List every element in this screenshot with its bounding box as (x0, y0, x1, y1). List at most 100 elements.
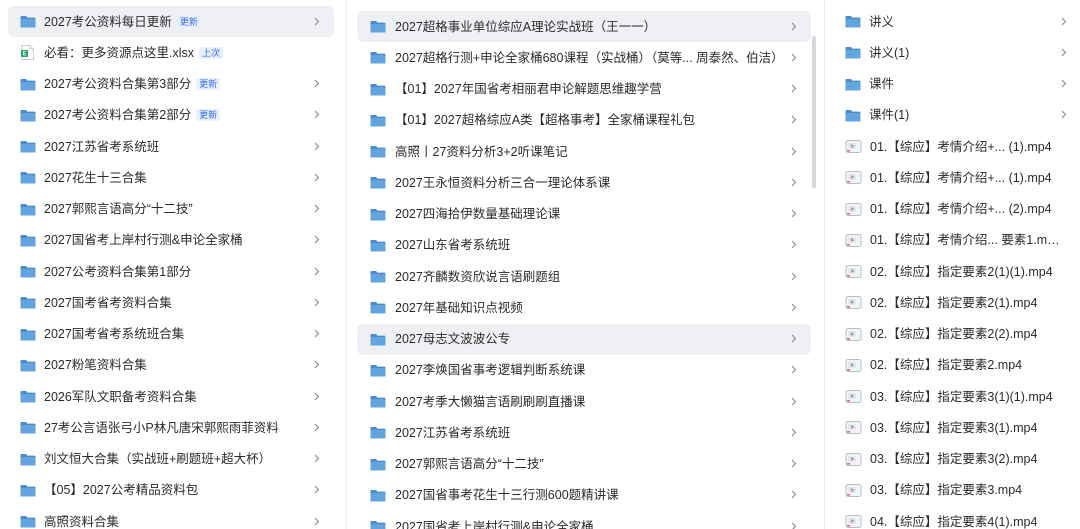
folder-row[interactable]: 讲义 (835, 6, 1077, 37)
item-name: 03.【综应】指定要素3(1)(1).mp4 (870, 389, 1053, 404)
chevron-right-icon (312, 171, 322, 183)
file-row[interactable]: 03.【综应】指定要素3.mp4 (835, 475, 1077, 506)
folder-row[interactable]: 课件(1) (835, 100, 1077, 131)
chevron-right-icon (789, 114, 799, 126)
folder-row[interactable]: 2026军队文职备考资料合集 (8, 381, 334, 412)
video-file-icon (845, 233, 862, 248)
folder-row[interactable]: 2027王永恒资料分析三合一理论体系课 (357, 167, 811, 198)
folder-row[interactable]: 2027国考省考系统班合集 (8, 319, 334, 350)
folder-row[interactable]: 高照丨27资料分析3+2听课笔记 (357, 136, 811, 167)
folder-icon (370, 426, 386, 439)
folder-row[interactable]: 2027超格行测+申论全家桶680课程（实战桶）（莫等... 周泰然、伯洁） (357, 42, 811, 73)
middle-file-column: 2027超格事业单位综应A理论实战班（王一一） 2027超格行测+申论全家桶680… (346, 0, 820, 529)
chevron-right-icon (312, 109, 322, 121)
file-row[interactable]: 04.【综应】指定要素4(1).mp4 (835, 506, 1077, 529)
item-name: 2027年基础知识点视频 (395, 300, 523, 315)
chevron-right-icon (1059, 15, 1069, 27)
folder-row[interactable]: 2027郭熙言语高分“十二技” (8, 194, 334, 225)
file-row[interactable]: 02.【综应】指定要素2.mp4 (835, 350, 1077, 381)
item-name: 2027考公资料合集第3部分 (44, 77, 192, 91)
folder-row[interactable]: 刘文恒大合集（实战班+刷题班+超大杯） (8, 444, 334, 475)
chevron-right-icon (312, 421, 322, 433)
folder-icon (20, 203, 36, 216)
folder-row[interactable]: 2027粉笔资料合集 (8, 350, 334, 381)
folder-icon (370, 176, 386, 189)
folder-row[interactable]: 高照资料合集 (8, 506, 334, 529)
item-name: 2027齐麟数资欣说言语刷题组 (395, 269, 561, 284)
file-row[interactable]: 01.【综应】考情介绍+... (1).mp4 (835, 162, 1077, 193)
item-name: 2027国考省考系统班合集 (44, 327, 185, 341)
folder-icon (20, 78, 36, 91)
item-name: 01.【综应】考情介绍+... (1).mp4 (870, 170, 1052, 185)
folder-row[interactable]: 【01】2027超格综应A类【超格事考】全家桶课程礼包 (357, 105, 811, 136)
file-row[interactable]: E 必看：更多资源点这里.xlsx 上次 (8, 37, 334, 68)
item-badge: 更新 (196, 109, 221, 122)
folder-icon (845, 109, 861, 122)
file-row[interactable]: 01.【综应】考情介绍+... (2).mp4 (835, 194, 1077, 225)
chevron-right-icon (789, 458, 799, 470)
chevron-right-icon (312, 265, 322, 277)
folder-row[interactable]: 2027齐麟数资欣说言语刷题组 (357, 261, 811, 292)
folder-row[interactable]: 【01】2027年国省考相丽君申论解题思维趣学营 (357, 74, 811, 105)
item-badge: 更新 (176, 15, 201, 28)
video-file-icon (845, 170, 862, 185)
middle-column-scrollbar[interactable] (812, 36, 816, 188)
folder-row[interactable]: 2027国考省考资料合集 (8, 287, 334, 318)
folder-icon (370, 20, 386, 33)
folder-row[interactable]: 2027郭熙言语高分“十二技” (357, 449, 811, 480)
folder-row[interactable]: 【05】2027公考精品资料包 (8, 475, 334, 506)
item-name: 2027公考资料合集第1部分 (44, 264, 192, 279)
item-name: 高照丨27资料分析3+2听课笔记 (395, 144, 568, 159)
folder-icon (370, 458, 386, 471)
folder-row[interactable]: 2027花生十三合集 (8, 162, 334, 193)
chevron-right-icon (789, 270, 799, 282)
folder-row[interactable]: 2027国省考上岸村行测&申论全家桶 (357, 511, 811, 529)
folder-icon (370, 145, 386, 158)
folder-row[interactable]: 2027公考资料合集第1部分 (8, 256, 334, 287)
folder-icon (370, 239, 386, 252)
folder-row[interactable]: 2027考季大懒猫言语刷刷刷直播课 (357, 386, 811, 417)
file-row[interactable]: 02.【综应】指定要素2(1).mp4 (835, 287, 1077, 318)
item-name: 2027李焕国省事考逻辑判断系统课 (395, 363, 586, 378)
item-name: 03.【综应】指定要素3.mp4 (870, 483, 1023, 498)
folder-icon (370, 520, 386, 529)
item-badge: 上次 (199, 46, 224, 59)
file-row[interactable]: 03.【综应】指定要素3(1).mp4 (835, 412, 1077, 443)
file-row[interactable]: 03.【综应】指定要素3(1)(1).mp4 (835, 381, 1077, 412)
folder-row[interactable]: 2027年基础知识点视频 (357, 292, 811, 323)
folder-icon (20, 296, 36, 309)
left-file-column: 2027考公资料每日更新 更新 E 必看：更多资源点这里.xlsx 上次 2027考公资料… (0, 0, 342, 529)
folder-row[interactable]: 2027考公资料每日更新 更新 (8, 6, 334, 37)
chevron-right-icon (312, 515, 322, 527)
item-name: 课件(1) (869, 108, 910, 123)
folder-icon (370, 395, 386, 408)
folder-icon (20, 453, 36, 466)
folder-row[interactable]: 2027山东省考系统班 (357, 230, 811, 261)
file-row[interactable]: 01.【综应】考情介绍+... (1).mp4 (835, 131, 1077, 162)
folder-row[interactable]: 2027国省事考花生十三行测600题精讲课 (357, 480, 811, 511)
folder-icon (370, 51, 386, 64)
folder-row[interactable]: 课件 (835, 69, 1077, 100)
folder-row[interactable]: 2027考公资料合集第2部分 更新 (8, 100, 334, 131)
folder-row[interactable]: 27考公言语张弓小P林凡唐宋郭熙雨菲资料 (8, 412, 334, 443)
item-name: 02.【综应】指定要素2(2).mp4 (870, 327, 1038, 341)
folder-row[interactable]: 2027江苏省考系统班 (357, 417, 811, 448)
item-name: 2027考公资料每日更新 (44, 14, 172, 29)
folder-row[interactable]: 2027母志文波波公专 (357, 323, 811, 355)
folder-row[interactable]: 2027国省考上岸村行测&申论全家桶 (8, 225, 334, 256)
folder-icon (20, 109, 36, 122)
folder-row[interactable]: 2027考公资料合集第3部分 更新 (8, 69, 334, 100)
file-row[interactable]: 02.【综应】指定要素2(1)(1).mp4 (835, 256, 1077, 287)
folder-row[interactable]: 2027四海拾伊数量基础理论课 (357, 199, 811, 230)
file-row[interactable]: 01.【综应】考情介绍... 要素1.mp4 (835, 225, 1077, 256)
file-row[interactable]: 03.【综应】指定要素3(2).mp4 (835, 444, 1077, 475)
file-row[interactable]: 02.【综应】指定要素2(2).mp4 (835, 319, 1077, 350)
item-badge: 更新 (196, 78, 221, 90)
folder-row[interactable]: 讲义(1) (835, 37, 1077, 68)
folder-row[interactable]: 2027江苏省考系统班 (8, 131, 334, 162)
folder-row[interactable]: 2027超格事业单位综应A理论实战班（王一一） (357, 11, 811, 42)
chevron-right-icon (789, 395, 799, 407)
chevron-right-icon (789, 489, 799, 501)
folder-row[interactable]: 2027李焕国省事考逻辑判断系统课 (357, 355, 811, 386)
folder-icon (370, 270, 386, 283)
